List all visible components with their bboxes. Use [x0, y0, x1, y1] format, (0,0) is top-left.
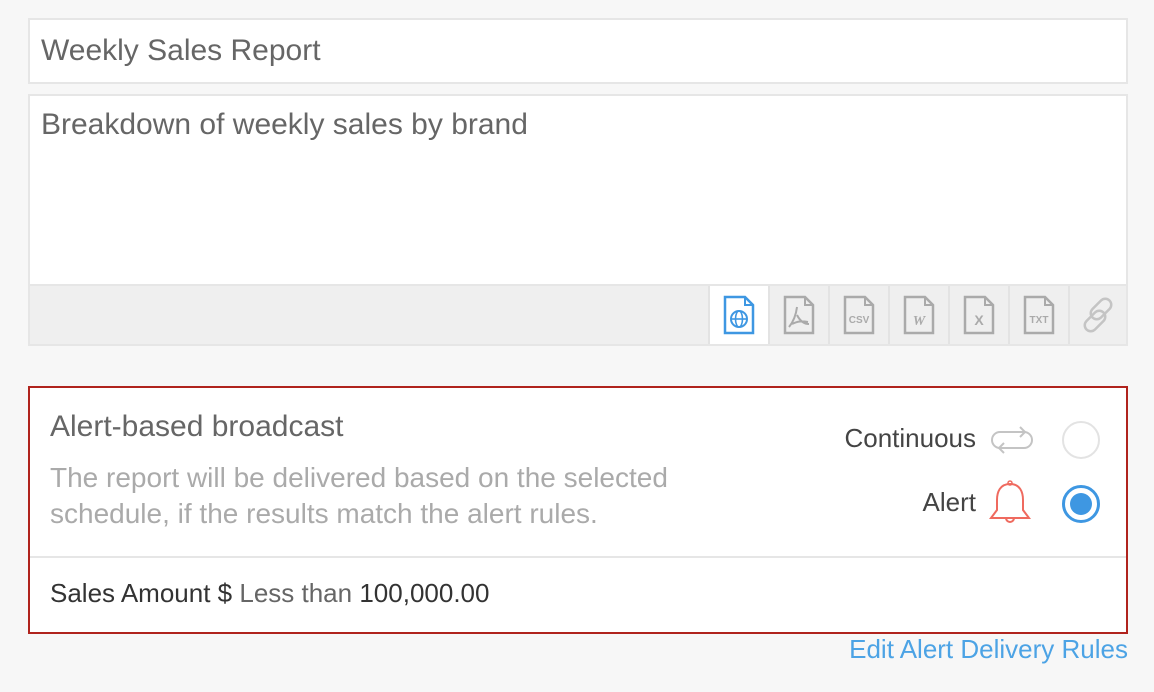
continuous-label: Continuous	[844, 423, 976, 453]
continuous-radio[interactable]	[1062, 421, 1100, 459]
alert-radio[interactable]	[1062, 485, 1100, 523]
format-web-button[interactable]	[708, 286, 768, 344]
bell-icon	[989, 480, 1031, 523]
divider	[30, 556, 1126, 558]
report-description-input[interactable]: Breakdown of weekly sales by brand	[30, 96, 1126, 284]
format-toolbar: CSV W X TXT	[30, 284, 1126, 344]
alert-broadcast-panel: Alert-based broadcast The report will be…	[28, 386, 1128, 634]
alert-option-label: Alert	[922, 487, 976, 517]
web-file-icon	[723, 295, 755, 335]
report-title-input[interactable]	[28, 18, 1128, 84]
link-icon	[1083, 297, 1113, 333]
txt-file-icon: TXT	[1023, 295, 1055, 335]
svg-text:X: X	[974, 312, 984, 328]
format-word-button[interactable]: W	[888, 286, 948, 344]
edit-alert-rules-link[interactable]: Edit Alert Delivery Rules	[849, 634, 1128, 665]
svg-text:W: W	[913, 314, 927, 329]
format-txt-button[interactable]: TXT	[1008, 286, 1068, 344]
svg-text:TXT: TXT	[1030, 315, 1049, 326]
repeat-icon	[991, 426, 1033, 454]
format-excel-button[interactable]: X	[948, 286, 1008, 344]
pdf-file-icon	[783, 295, 815, 335]
csv-file-icon: CSV	[843, 295, 875, 335]
alert-description: The report will be delivered based on th…	[50, 462, 668, 529]
alert-rule: Sales Amount $ Less than 100,000.00	[50, 578, 489, 609]
word-file-icon: W	[903, 295, 935, 335]
excel-file-icon: X	[963, 295, 995, 335]
alert-title: Alert-based broadcast	[50, 410, 344, 443]
svg-text:CSV: CSV	[849, 315, 870, 326]
format-link-button[interactable]	[1068, 286, 1128, 344]
format-csv-button[interactable]: CSV	[828, 286, 888, 344]
report-description-panel: Breakdown of weekly sales by brand CSV W…	[28, 94, 1128, 346]
format-pdf-button[interactable]	[768, 286, 828, 344]
rule-operator: Less than	[239, 578, 353, 608]
rule-value: 100,000.00	[359, 578, 490, 608]
rule-field: Sales Amount $	[50, 578, 233, 608]
